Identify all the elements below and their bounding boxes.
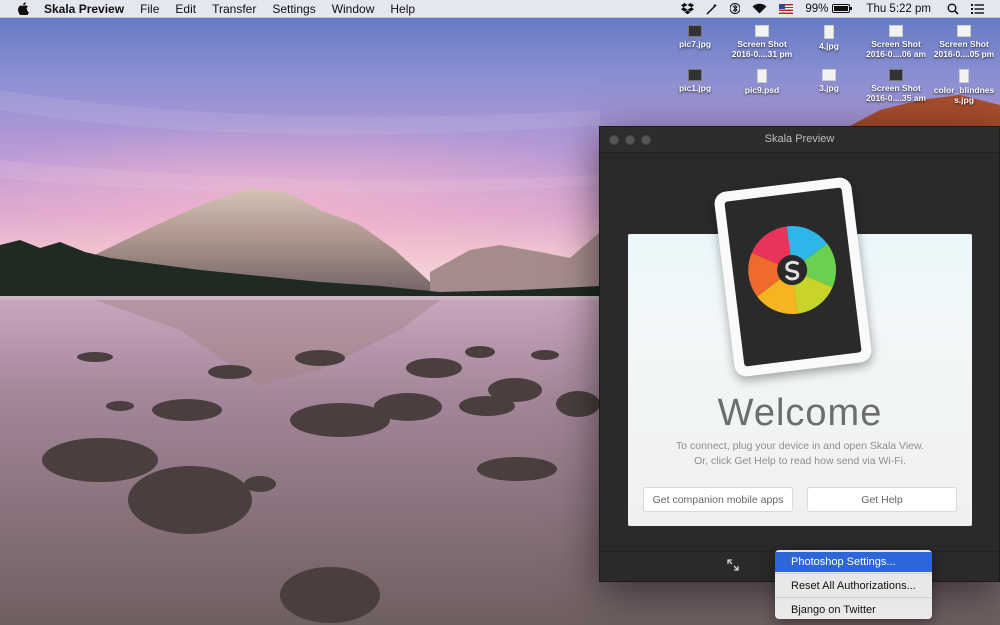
battery-icon[interactable] (832, 4, 853, 13)
menu-separator (775, 597, 932, 598)
menu-settings[interactable]: Settings (264, 2, 323, 16)
screenshot-file-icon (755, 25, 769, 37)
image-file-icon (822, 69, 836, 81)
desktop-file[interactable]: color_blindnes s.jpg (929, 69, 999, 105)
screenshot-file-icon (957, 25, 971, 37)
skala-preview-window: Skala Preview Welcome To connect, plug y… (599, 126, 1000, 582)
window-titlebar[interactable]: Skala Preview (600, 127, 999, 153)
desktop-file[interactable]: Screen Shot 2016-0....31 pm (727, 25, 797, 59)
tablet-illustration (713, 176, 873, 378)
menu-file[interactable]: File (132, 2, 167, 16)
menu-app-name[interactable]: Skala Preview (40, 2, 132, 16)
wand-icon[interactable] (700, 0, 724, 18)
list-icon[interactable] (965, 0, 990, 18)
apple-icon[interactable] (14, 2, 32, 15)
settings-popup-menu: Photoshop Settings... Reset All Authoriz… (775, 550, 932, 619)
window-title: Skala Preview (764, 133, 835, 145)
bluetooth-icon[interactable] (724, 0, 746, 18)
desktop-file[interactable]: 3.jpg (794, 69, 864, 93)
search-icon[interactable] (941, 0, 965, 18)
menu-edit[interactable]: Edit (167, 2, 204, 16)
get-help-button[interactable]: Get Help (807, 487, 957, 512)
psd-file-icon (757, 69, 767, 83)
welcome-description: To connect, plug your device in and open… (676, 440, 924, 467)
menu-item-bjango-twitter[interactable]: Bjango on Twitter (775, 600, 932, 620)
image-file-icon (824, 25, 834, 39)
menu-separator (775, 573, 932, 574)
menu-window[interactable]: Window (324, 2, 383, 16)
menu-help[interactable]: Help (382, 2, 423, 16)
menu-item-photoshop-settings[interactable]: Photoshop Settings... (775, 552, 932, 572)
desktop-file[interactable]: pic9.psd (727, 69, 797, 95)
desktop-file[interactable]: pic1.jpg (660, 69, 730, 93)
clock[interactable]: Thu 5:22 pm (856, 0, 941, 18)
desktop-file[interactable]: pic7.jpg (660, 25, 730, 49)
image-file-icon (688, 25, 702, 37)
image-file-icon (688, 69, 702, 81)
menu-item-reset-authorizations[interactable]: Reset All Authorizations... (775, 576, 932, 596)
battery-percent: 99% (805, 2, 829, 15)
flag-icon[interactable] (773, 0, 799, 18)
welcome-heading: Welcome (717, 392, 883, 434)
get-companion-apps-button[interactable]: Get companion mobile apps (643, 487, 793, 512)
dropbox-icon[interactable] (675, 0, 700, 18)
image-file-icon (959, 69, 969, 83)
skala-logo-icon (748, 226, 836, 315)
menu-bar: Skala Preview File Edit Transfer Setting… (0, 0, 1000, 18)
expand-arrows-icon[interactable] (726, 558, 740, 575)
menu-transfer[interactable]: Transfer (204, 2, 264, 16)
screenshot-file-icon (889, 69, 903, 81)
desktop-file[interactable]: Screen Shot 2016-0....06 am (861, 25, 931, 59)
wifi-icon[interactable] (746, 0, 773, 18)
screenshot-file-icon (889, 25, 903, 37)
status-area: 99% Thu 5:22 pm (675, 0, 1000, 18)
desktop-file[interactable]: Screen Shot 2016-0....35 am (861, 69, 931, 103)
desktop-file[interactable]: 4.jpg (794, 25, 864, 51)
desktop-file[interactable]: Screen Shot 2016-0....05 pm (929, 25, 999, 59)
